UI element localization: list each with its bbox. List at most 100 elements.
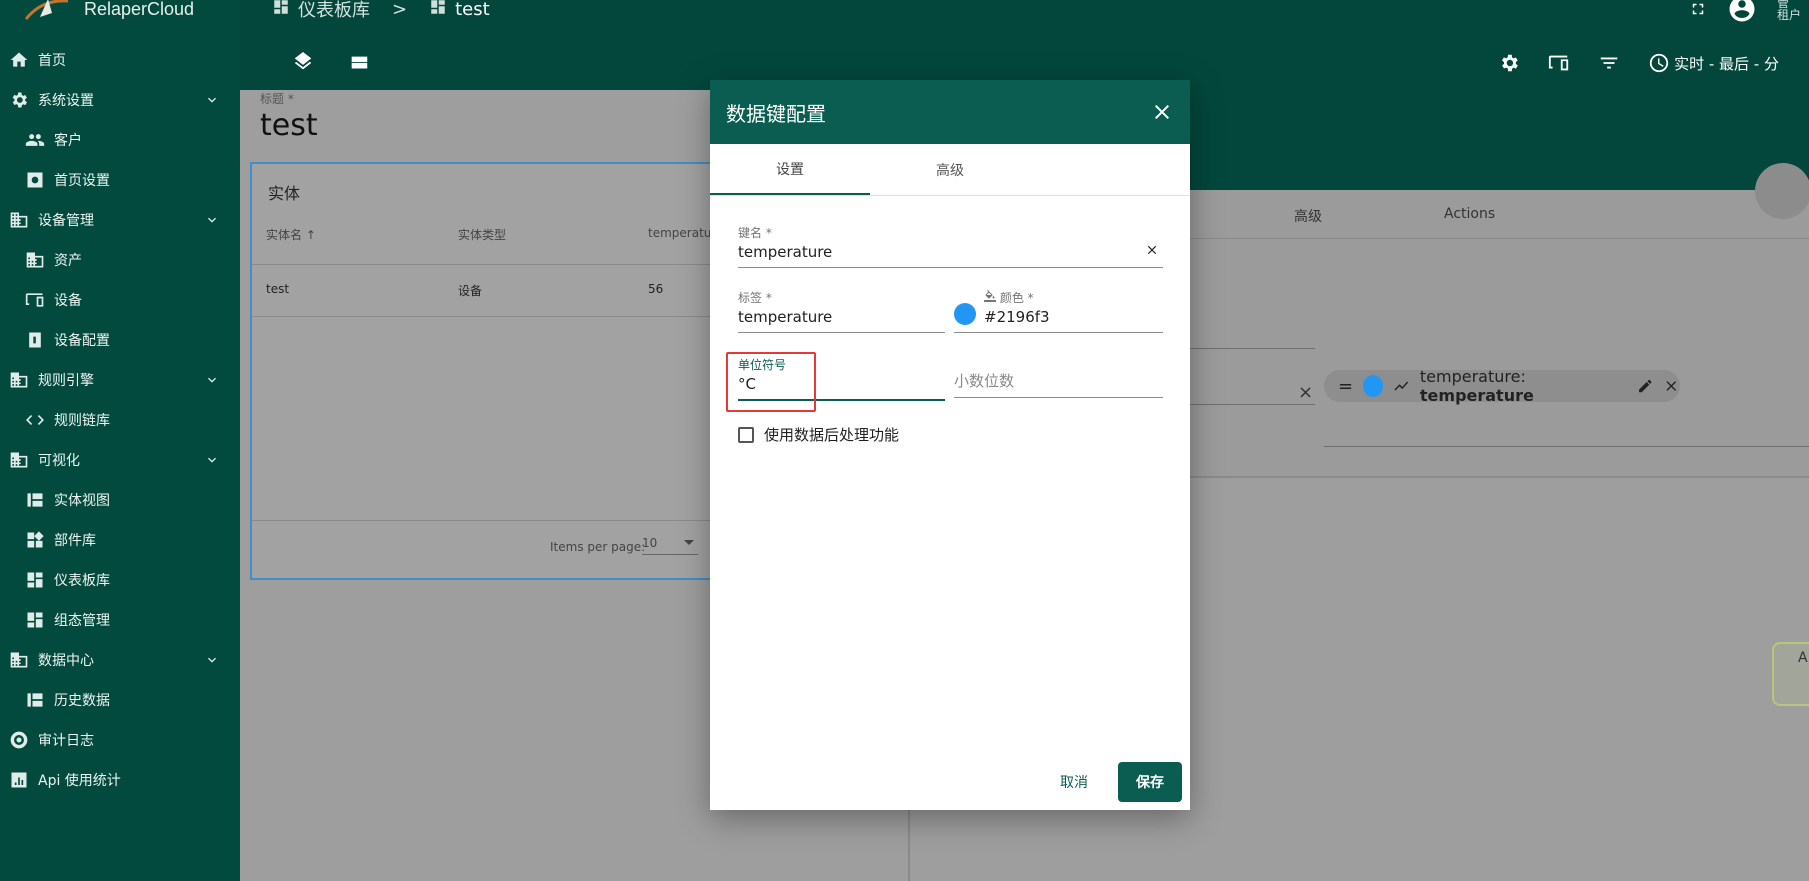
label-value[interactable]: temperature — [738, 308, 945, 326]
column-header-name[interactable]: 实体名 ↑ — [266, 226, 316, 243]
side-widget-card[interactable]: A — [1772, 642, 1809, 706]
account-icon[interactable] — [1727, 0, 1757, 24]
column-header-type[interactable]: 实体类型 — [458, 226, 506, 243]
sidebar-item-scada[interactable]: 组态管理 — [0, 600, 240, 640]
sidebar-item-system-settings[interactable]: 系统设置 — [0, 80, 240, 120]
color-label: 颜色 * — [954, 289, 1163, 306]
sidebar-item-device-management[interactable]: 设备管理 — [0, 200, 240, 240]
series-color-dot — [1363, 375, 1384, 397]
divider — [1190, 238, 1809, 239]
edit-icon[interactable] — [1637, 377, 1654, 395]
sidebar-item-visualization[interactable]: 可视化 — [0, 440, 240, 480]
sidebar-item-label: 数据中心 — [38, 653, 94, 669]
cancel-button[interactable]: 取消 — [1048, 764, 1100, 800]
dashboard-icon — [429, 0, 447, 21]
filter-icon[interactable] — [1598, 52, 1620, 74]
gear-icon — [8, 89, 30, 111]
sidebar-item-label: 系统设置 — [38, 93, 94, 109]
items-per-page-select[interactable]: 10 — [642, 536, 698, 555]
building-icon — [8, 449, 30, 471]
sidebar-item-home-settings[interactable]: 首页设置 — [0, 160, 240, 200]
clear-icon[interactable] — [1145, 242, 1159, 256]
logo-icon — [22, 0, 74, 23]
dashboard-toolbar-right: 实时 - 最后 - 分 — [1498, 52, 1809, 74]
postprocess-checkbox-row[interactable]: 使用数据后处理功能 — [738, 424, 899, 445]
chevron-down-icon[interactable] — [204, 452, 220, 468]
tab-settings[interactable]: 设置 — [710, 144, 870, 195]
top-right-icons: 管 租户 — [1689, 0, 1801, 24]
column-header-actions: Actions — [1444, 206, 1496, 222]
label-label: 标签 * — [738, 291, 772, 305]
input-underline — [954, 332, 1163, 333]
sidebar-item-data-center[interactable]: 数据中心 — [0, 640, 240, 680]
drag-handle-icon[interactable]: = — [1338, 376, 1353, 397]
data-key-chip[interactable]: = temperature: temperature — [1324, 367, 1680, 405]
sidebar-item-label: 组态管理 — [54, 613, 110, 629]
dashboard-icon — [24, 609, 46, 631]
divider — [252, 520, 750, 521]
chevron-down-icon[interactable] — [204, 372, 220, 388]
widget-title: 实体 — [268, 184, 301, 203]
label-field[interactable]: 标签 * temperature — [738, 289, 945, 333]
dashboard-icon — [24, 569, 46, 591]
top-toolbar: 仪表板库 > test 管 租户 实时 - 最后 - 分 — [240, 0, 1809, 90]
breadcrumb-parent[interactable]: 仪表板库 — [298, 0, 370, 22]
items-per-page-value: 10 — [642, 536, 658, 550]
sidebar-item-history-data[interactable]: 历史数据 — [0, 680, 240, 720]
key-field[interactable]: 键名 * temperature — [738, 224, 1163, 268]
background-header-strip — [1190, 90, 1809, 190]
save-button[interactable]: 保存 — [1118, 762, 1182, 802]
close-icon[interactable] — [1150, 100, 1174, 124]
side-card-text: A — [1798, 650, 1808, 666]
postprocess-checkbox[interactable] — [738, 426, 754, 443]
chip-label-bold: temperature — [1419, 386, 1534, 405]
brand[interactable]: RelaperCloud — [22, 0, 194, 26]
devices-icon[interactable] — [1548, 52, 1570, 74]
chevron-down-icon[interactable] — [204, 92, 220, 108]
gear-icon[interactable] — [1498, 52, 1520, 74]
devices-icon — [24, 289, 46, 311]
chevron-down-icon[interactable] — [204, 212, 220, 228]
decimals-field[interactable]: . 小数位数 — [954, 356, 1163, 398]
apply-fab[interactable] — [1755, 163, 1809, 219]
color-swatch[interactable] — [954, 303, 976, 325]
fullscreen-icon[interactable] — [1689, 0, 1707, 18]
dialog-title: 数据键配置 — [726, 101, 826, 126]
color-value[interactable]: #2196f3 — [954, 308, 1163, 326]
dashboard-title[interactable]: test — [260, 108, 318, 143]
layers-icon[interactable] — [292, 52, 314, 74]
sidebar-item-rule-chains[interactable]: 规则链库 — [0, 400, 240, 440]
sidebar-item-home[interactable]: 首页 — [0, 40, 240, 80]
sidebar-item-device-profiles[interactable]: 设备配置 — [0, 320, 240, 360]
sidebar-item-devices[interactable]: 设备 — [0, 280, 240, 320]
building-icon — [8, 369, 30, 391]
sidebar-item-label: 设备配置 — [54, 333, 110, 349]
chip-label-prefix: temperature: — [1419, 367, 1526, 386]
color-field[interactable]: 颜色 * #2196f3 — [954, 289, 1163, 333]
sidebar-item-label: 仪表板库 — [54, 573, 110, 589]
sidebar-item-label: 规则链库 — [54, 413, 110, 429]
sidebar-item-dashboards[interactable]: 仪表板库 — [0, 560, 240, 600]
decimals-placeholder[interactable]: 小数位数 — [954, 370, 1163, 391]
divider — [252, 264, 750, 265]
sidebar-item-customers[interactable]: 客户 — [0, 120, 240, 160]
input-underline — [738, 267, 1163, 268]
building-icon — [24, 249, 46, 271]
key-value[interactable]: temperature — [738, 243, 1163, 261]
tab-advanced[interactable]: 高级 — [870, 144, 1030, 195]
code-icon — [24, 409, 46, 431]
sidebar-item-api-usage[interactable]: Api 使用统计 — [0, 760, 240, 800]
view-stream-icon[interactable] — [348, 52, 370, 74]
entities-widget[interactable]: 实体 实体名 ↑ 实体类型 temperature test 设备 56 Ite… — [250, 162, 750, 580]
sidebar-item-entity-views[interactable]: 实体视图 — [0, 480, 240, 520]
timeseries-icon — [1394, 381, 1409, 391]
color-label-text: 颜色 * — [999, 291, 1034, 305]
sidebar-item-assets[interactable]: 资产 — [0, 240, 240, 280]
sidebar-item-rule-engine[interactable]: 规则引擎 — [0, 360, 240, 400]
close-icon[interactable]: × — [1298, 382, 1313, 403]
sidebar-item-widgets-library[interactable]: 部件库 — [0, 520, 240, 560]
chevron-down-icon[interactable] — [204, 652, 220, 668]
close-icon[interactable] — [1663, 377, 1680, 395]
sidebar-item-audit-logs[interactable]: 审计日志 — [0, 720, 240, 760]
timewindow-button[interactable]: 实时 - 最后 - 分 — [1648, 52, 1779, 74]
